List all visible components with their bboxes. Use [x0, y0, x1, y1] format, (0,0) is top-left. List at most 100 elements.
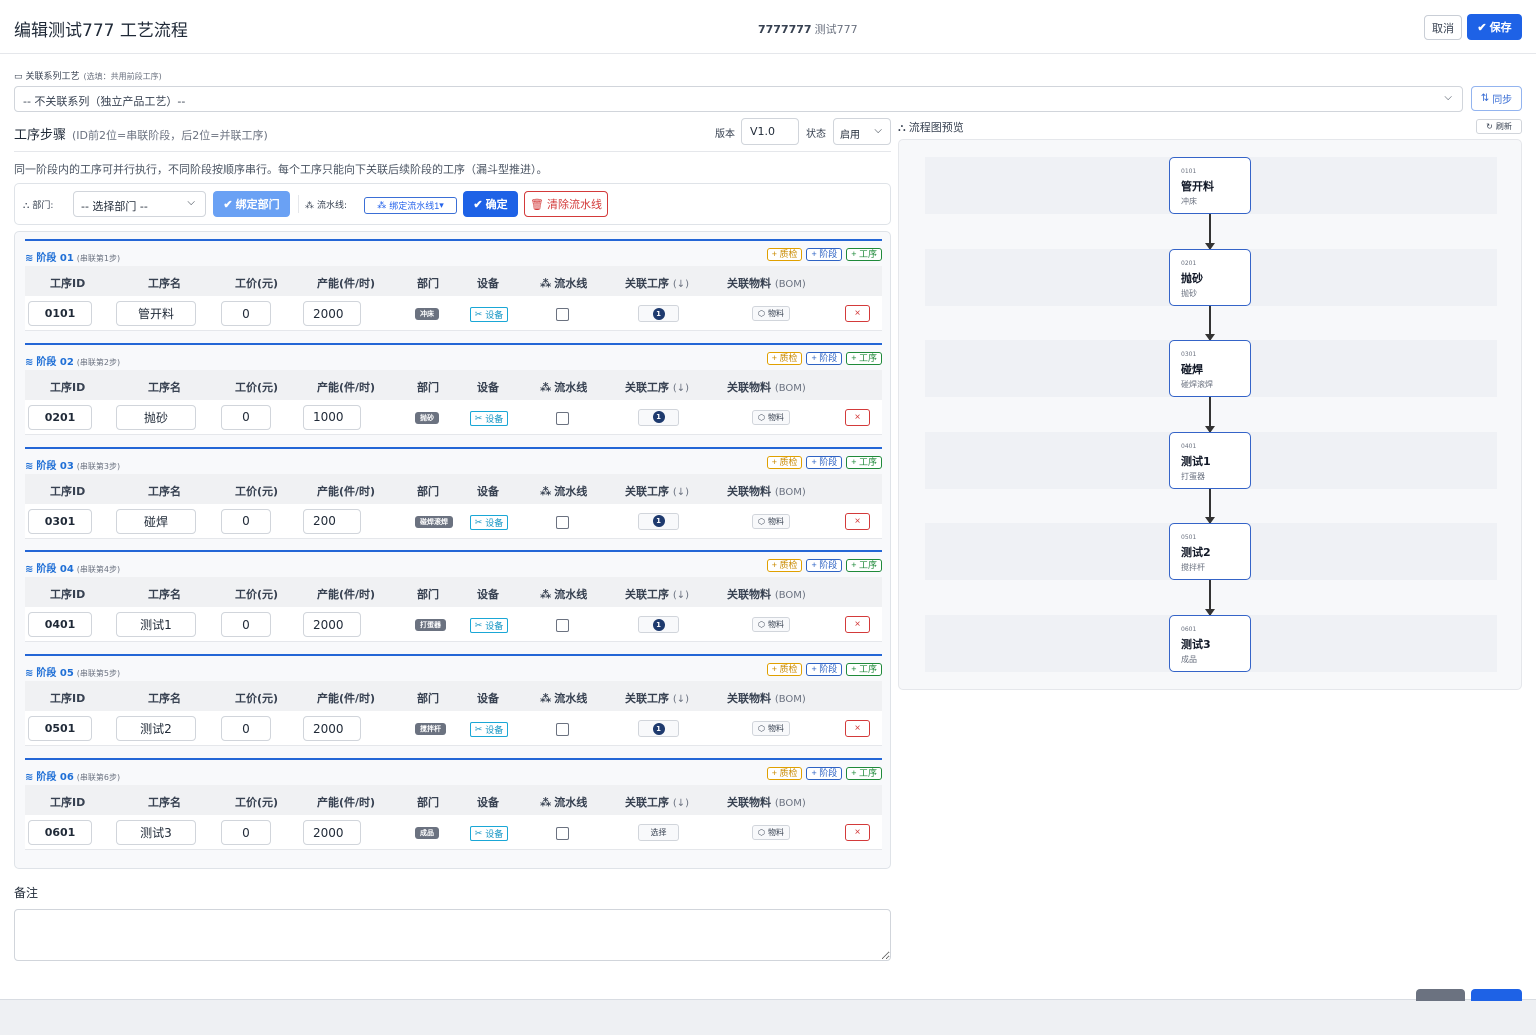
add-process-button[interactable]: + 工序 — [846, 248, 882, 261]
box-icon: ⬡ — [758, 724, 765, 734]
price-input[interactable]: 0 — [221, 508, 271, 534]
link-count-badge: 1 — [652, 618, 665, 631]
add-process-button[interactable]: + 工序 — [846, 767, 882, 780]
delete-row-button[interactable]: × — [845, 512, 870, 530]
dept-select[interactable]: -- 选择部门 -- ⌵ — [73, 191, 206, 217]
flow-node[interactable]: 0401 测试1 打蛋器 — [1169, 431, 1251, 489]
add-stage-button[interactable]: + 阶段 — [806, 455, 843, 469]
add-stage-button[interactable]: + 阶段 — [806, 767, 843, 780]
link-process-button[interactable]: 1 — [638, 512, 679, 530]
price-input[interactable]: 0 — [221, 820, 271, 845]
version-input[interactable]: V1.0 — [741, 118, 799, 145]
equipment-button[interactable]: ✂ 设备 — [470, 826, 508, 841]
add-process-button[interactable]: + 工序 — [846, 455, 882, 469]
add-stage-button[interactable]: + 阶段 — [806, 351, 843, 365]
bom-button[interactable]: ⬡ 物料 — [752, 306, 790, 321]
equipment-button[interactable]: ✂ 设备 — [470, 410, 508, 426]
bind-dept-button[interactable]: ✔ 绑定部门 — [213, 191, 290, 217]
delete-row-button[interactable]: × — [845, 720, 870, 738]
equipment-button[interactable]: ✂ 设备 — [470, 722, 508, 738]
price-input[interactable]: 0 — [221, 612, 271, 638]
equipment-button[interactable]: ✂ 设备 — [470, 307, 508, 322]
series-select[interactable]: -- 不关联系列（独立产品工艺）-- ⌵ — [14, 86, 1463, 112]
flow-node[interactable]: 0101 管开料 冲床 — [1169, 157, 1251, 214]
line-checkbox[interactable] — [556, 308, 569, 321]
bom-button[interactable]: ⬡ 物料 — [752, 513, 790, 529]
save-button[interactable]: ✔ 保存 — [1467, 14, 1522, 40]
add-process-button[interactable]: + 工序 — [846, 351, 882, 365]
add-stage-button[interactable]: + 阶段 — [806, 248, 843, 261]
process-id-input[interactable]: 0401 — [28, 612, 92, 638]
clear-line-button[interactable]: 🗑 清除流水线 — [524, 191, 608, 217]
sync-button[interactable]: ⇅ 同步 — [1471, 86, 1522, 111]
link-process-button[interactable]: 1 — [638, 616, 679, 634]
link-process-button[interactable]: 1 — [638, 408, 679, 426]
add-qc-button[interactable]: + 质检 — [766, 663, 803, 677]
price-input[interactable]: 0 — [221, 404, 271, 430]
flow-node[interactable]: 0201 抛砂 抛砂 — [1169, 248, 1251, 306]
tools-icon: ✂ — [474, 516, 483, 527]
add-stage-button[interactable]: + 阶段 — [806, 559, 843, 573]
add-qc-button[interactable]: + 质检 — [766, 559, 803, 573]
line-checkbox[interactable] — [556, 515, 569, 529]
line-checkbox[interactable] — [556, 619, 569, 633]
state-select[interactable]: 启用 ⌵ — [833, 118, 891, 145]
flow-node[interactable]: 0501 测试2 搅拌杆 — [1169, 523, 1251, 581]
add-qc-button[interactable]: + 质检 — [766, 248, 803, 261]
stage-subtitle: (串联第1步) — [76, 254, 121, 263]
process-name-input[interactable]: 抛砂 — [116, 404, 196, 430]
process-name-input[interactable]: 碰焊 — [116, 508, 196, 534]
line-checkbox[interactable] — [556, 723, 569, 737]
process-name-input[interactable]: 管开料 — [116, 301, 196, 326]
flow-node[interactable]: 0301 碰焊 碰焊滚焊 — [1169, 340, 1251, 398]
bom-button[interactable]: ⬡ 物料 — [752, 825, 790, 840]
stage-title-text: 阶段 01 — [36, 253, 74, 264]
equipment-button[interactable]: ✂ 设备 — [470, 618, 508, 634]
capacity-input[interactable]: 2000 — [303, 612, 361, 638]
price-input[interactable]: 0 — [221, 716, 271, 742]
link-process-button[interactable]: 1 — [638, 720, 679, 738]
confirm-button[interactable]: ✔ 确定 — [463, 191, 518, 217]
flow-node[interactable]: 0601 测试3 成品 — [1169, 615, 1251, 672]
process-name-input[interactable]: 测试2 — [116, 716, 196, 742]
notes-textarea[interactable] — [14, 909, 891, 961]
process-id-input[interactable]: 0101 — [28, 301, 92, 326]
refresh-button[interactable]: ↻ 刷新 — [1476, 119, 1522, 134]
process-name-input[interactable]: 测试1 — [116, 612, 196, 638]
process-id-input[interactable]: 0601 — [28, 820, 92, 845]
bom-button[interactable]: ⬡ 物料 — [752, 409, 790, 425]
capacity-input[interactable]: 2000 — [303, 716, 361, 742]
delete-row-button[interactable]: × — [845, 305, 870, 322]
add-qc-button[interactable]: + 质检 — [766, 351, 803, 365]
price-input[interactable]: 0 — [221, 301, 271, 326]
table-row: 0401 测试1 0 2000 打蛋器 ✂ 设备 1 ⬡ 物料 × — [25, 607, 882, 643]
capacity-input[interactable]: 1000 — [303, 404, 361, 430]
process-id-input[interactable]: 0501 — [28, 716, 92, 742]
process-id-input[interactable]: 0201 — [28, 404, 92, 430]
delete-row-button[interactable]: × — [845, 824, 870, 841]
equipment-button[interactable]: ✂ 设备 — [470, 514, 508, 530]
bom-button[interactable]: ⬡ 物料 — [752, 617, 790, 633]
line-picker[interactable]: ⁂ 绑定流水线1 ▾ — [364, 197, 457, 214]
cancel-button[interactable]: 取消 — [1424, 15, 1462, 40]
line-checkbox[interactable] — [556, 411, 569, 425]
bom-button[interactable]: ⬡ 物料 — [752, 721, 790, 737]
capacity-input[interactable]: 2000 — [303, 301, 361, 326]
delete-row-button[interactable]: × — [845, 408, 870, 426]
line-checkbox[interactable] — [556, 827, 569, 840]
link-process-button[interactable]: 选择 — [638, 824, 679, 841]
add-process-button[interactable]: + 工序 — [846, 559, 882, 573]
process-id-input[interactable]: 0301 — [28, 508, 92, 534]
footer-secondary-button[interactable] — [1416, 989, 1465, 1001]
add-qc-button[interactable]: + 质检 — [766, 455, 803, 469]
add-qc-button[interactable]: + 质检 — [766, 767, 803, 780]
capacity-input[interactable]: 2000 — [303, 820, 361, 845]
add-process-button[interactable]: + 工序 — [846, 663, 882, 677]
link-process-button[interactable]: 1 — [638, 305, 679, 322]
add-stage-button[interactable]: + 阶段 — [806, 663, 843, 677]
capacity-input[interactable]: 200 — [303, 508, 361, 534]
process-name-input[interactable]: 测试3 — [116, 820, 196, 845]
delete-row-button[interactable]: × — [845, 616, 870, 634]
footer-primary-button[interactable] — [1471, 989, 1522, 1001]
node-dept: 抛砂 — [1181, 288, 1197, 298]
